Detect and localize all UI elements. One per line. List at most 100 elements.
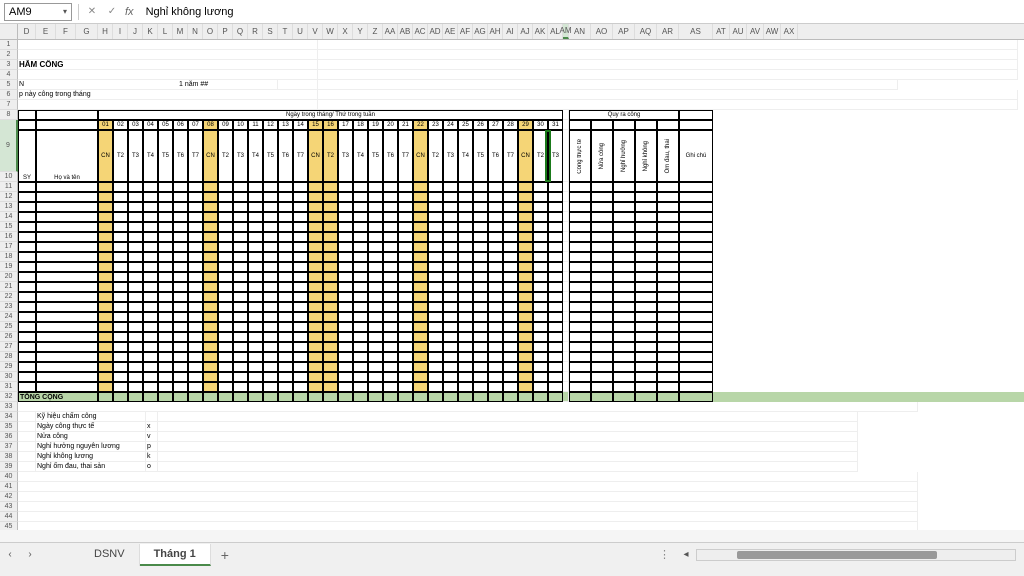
cell[interactable]: [635, 252, 657, 262]
cell[interactable]: [657, 362, 679, 372]
cell[interactable]: [428, 352, 443, 362]
cell[interactable]: [548, 332, 563, 342]
cell[interactable]: [657, 352, 679, 362]
cell[interactable]: [458, 362, 473, 372]
cell[interactable]: [428, 202, 443, 212]
cell[interactable]: [679, 242, 713, 252]
cell[interactable]: [233, 352, 248, 362]
cell[interactable]: [263, 372, 278, 382]
cell[interactable]: [308, 252, 323, 262]
cell[interactable]: [248, 272, 263, 282]
cell[interactable]: [613, 232, 635, 242]
cell[interactable]: [158, 312, 173, 322]
cell[interactable]: [398, 362, 413, 372]
cell[interactable]: [353, 292, 368, 302]
cell[interactable]: [143, 282, 158, 292]
row-header[interactable]: 45: [0, 522, 18, 530]
cell[interactable]: SY: [18, 130, 36, 182]
cell[interactable]: [383, 242, 398, 252]
cell[interactable]: [188, 212, 203, 222]
cell[interactable]: [353, 362, 368, 372]
cell[interactable]: [635, 302, 657, 312]
cell[interactable]: [591, 222, 613, 232]
column-header[interactable]: AK: [533, 24, 548, 39]
cell[interactable]: [368, 252, 383, 262]
cell[interactable]: [613, 372, 635, 382]
cell[interactable]: [679, 202, 713, 212]
cell[interactable]: [18, 332, 36, 342]
cell[interactable]: [591, 352, 613, 362]
cell[interactable]: [613, 202, 635, 212]
cell[interactable]: [368, 192, 383, 202]
row-header[interactable]: 2: [0, 50, 18, 60]
cell[interactable]: [569, 212, 591, 222]
cell[interactable]: [233, 382, 248, 392]
cell[interactable]: [413, 262, 428, 272]
cell[interactable]: [18, 492, 918, 502]
cell[interactable]: [113, 232, 128, 242]
cell[interactable]: T2: [113, 130, 128, 182]
cell[interactable]: [398, 252, 413, 262]
cell[interactable]: [533, 342, 548, 352]
cell[interactable]: [318, 100, 1018, 110]
cell[interactable]: [443, 322, 458, 332]
cell[interactable]: [458, 282, 473, 292]
column-header[interactable]: AP: [613, 24, 635, 39]
cell[interactable]: [18, 382, 36, 392]
cell[interactable]: [353, 322, 368, 332]
cell[interactable]: [248, 202, 263, 212]
cell[interactable]: [635, 322, 657, 332]
cell[interactable]: [353, 252, 368, 262]
row-header[interactable]: 19: [0, 262, 18, 272]
cell[interactable]: [613, 362, 635, 372]
cell[interactable]: [353, 302, 368, 312]
cell[interactable]: [18, 462, 36, 472]
row-header[interactable]: 6: [0, 90, 18, 100]
cell[interactable]: [263, 192, 278, 202]
cell[interactable]: [443, 262, 458, 272]
cell[interactable]: [338, 292, 353, 302]
cell[interactable]: [143, 232, 158, 242]
sheet-tab[interactable]: DSNV: [80, 544, 140, 566]
cell[interactable]: [128, 202, 143, 212]
cell[interactable]: [443, 272, 458, 282]
cell[interactable]: [203, 392, 218, 402]
cell[interactable]: [548, 222, 563, 232]
cell[interactable]: [143, 372, 158, 382]
cell[interactable]: [318, 70, 1018, 80]
cell[interactable]: [503, 252, 518, 262]
cell[interactable]: [488, 312, 503, 322]
cell[interactable]: [158, 422, 858, 432]
cell[interactable]: [293, 272, 308, 282]
cell[interactable]: [113, 212, 128, 222]
cell[interactable]: [353, 312, 368, 322]
cell[interactable]: [635, 292, 657, 302]
cell[interactable]: [218, 342, 233, 352]
cell[interactable]: [518, 292, 533, 302]
cell[interactable]: [233, 292, 248, 302]
cell[interactable]: [338, 352, 353, 362]
cell[interactable]: [518, 272, 533, 282]
cell[interactable]: [569, 392, 591, 402]
cell[interactable]: [635, 342, 657, 352]
row-header[interactable]: 26: [0, 332, 18, 342]
cell[interactable]: [188, 192, 203, 202]
cell[interactable]: [278, 242, 293, 252]
cell[interactable]: [203, 262, 218, 272]
cell[interactable]: [248, 242, 263, 252]
column-header[interactable]: Q: [233, 24, 248, 39]
cell[interactable]: T6: [173, 130, 188, 182]
cell[interactable]: [233, 222, 248, 232]
cell[interactable]: Ốm đau, thai: [657, 130, 679, 182]
cell[interactable]: [503, 272, 518, 282]
cell[interactable]: [158, 392, 173, 402]
cell[interactable]: [18, 312, 36, 322]
cell[interactable]: [473, 282, 488, 292]
cell[interactable]: x: [146, 422, 158, 432]
cell[interactable]: [18, 292, 36, 302]
cell[interactable]: Nghỉ không lương: [36, 452, 146, 462]
column-header[interactable]: AG: [473, 24, 488, 39]
cell[interactable]: [413, 302, 428, 312]
cell[interactable]: [657, 232, 679, 242]
cell[interactable]: [458, 342, 473, 352]
